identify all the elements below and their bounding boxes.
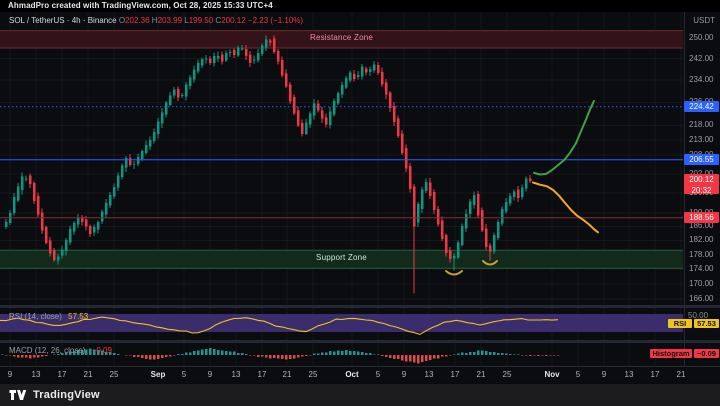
- tradingview-logo[interactable]: [9, 388, 28, 402]
- attribution-text: AhmadPro created with TradingView.com, O…: [8, 1, 273, 10]
- footer-brand-text: TradingView: [33, 389, 100, 401]
- chart-canvas[interactable]: [0, 12, 720, 383]
- footer-bar: TradingView: [0, 383, 720, 406]
- chart-area[interactable]: SOL / TetherUS · 4h · Binance O202.36 H2…: [0, 12, 720, 383]
- tradingview-screenshot: AhmadPro created with TradingView.com, O…: [0, 0, 720, 406]
- attribution-bar: AhmadPro created with TradingView.com, O…: [0, 0, 720, 12]
